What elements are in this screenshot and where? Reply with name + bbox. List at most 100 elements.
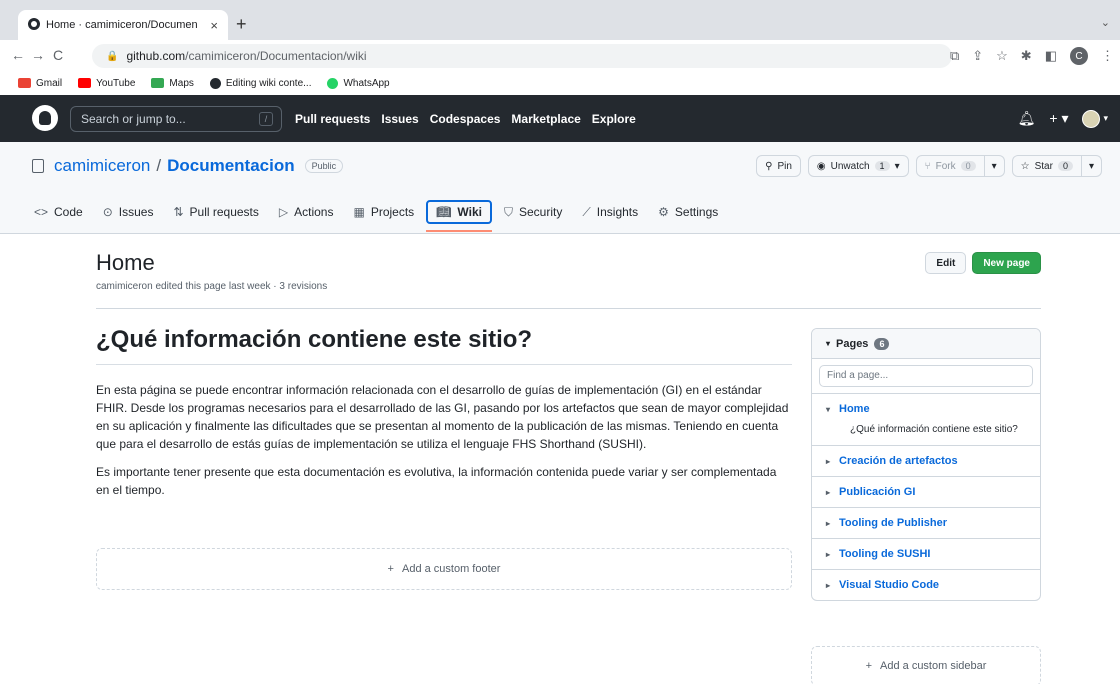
code-icon: <>: [34, 205, 49, 219]
divider: [96, 308, 1041, 309]
fork-group: ⑂ Fork 0 ▾: [915, 155, 1005, 177]
bookmark-star-icon[interactable]: ☆: [996, 48, 1008, 64]
plus-icon: +: [387, 563, 394, 575]
tab-search-chevron-icon[interactable]: ⌄: [1101, 16, 1110, 29]
page-link[interactable]: Visual Studio Code: [839, 579, 939, 591]
forward-arrow-icon[interactable]: →: [28, 47, 48, 63]
page-link[interactable]: Publicación GI: [839, 486, 915, 498]
repo-owner-link[interactable]: camimiceron: [54, 156, 150, 176]
nav-pull-requests[interactable]: Pull requests: [295, 112, 370, 126]
sidebar-item-publicacion[interactable]: ▸ Publicación GI: [812, 476, 1040, 507]
tab-close-icon[interactable]: ×: [210, 18, 218, 33]
new-tab-button[interactable]: +: [236, 14, 247, 34]
tab-wiki[interactable]: 📖︎ Wiki: [426, 200, 492, 232]
user-menu[interactable]: ▾: [1082, 109, 1108, 128]
profile-avatar[interactable]: C: [1070, 47, 1088, 65]
extensions-puzzle-icon[interactable]: ✱: [1021, 48, 1032, 64]
pages-header[interactable]: ▾ Pages 6: [812, 329, 1040, 359]
caret-right-icon: ▸: [826, 519, 831, 528]
repo-title: camimiceron / Documentacion Public: [32, 156, 344, 176]
page-meta[interactable]: camimiceron edited this page last week ·…: [96, 281, 327, 292]
nav-codespaces[interactable]: Codespaces: [430, 112, 501, 126]
table-icon: ▦: [353, 205, 365, 219]
gear-icon: ⚙: [658, 205, 669, 219]
sidebar-item-creacion[interactable]: ▸ Creación de artefactos: [812, 445, 1040, 476]
bookmark-maps[interactable]: Maps: [151, 78, 194, 89]
bookmark-editing-wiki[interactable]: Editing wiki conte...: [209, 77, 311, 89]
back-arrow-icon[interactable]: ←: [8, 47, 28, 63]
github-favicon-icon: [28, 17, 40, 33]
pin-label: Pin: [777, 160, 792, 172]
tab-pull-requests[interactable]: ⇅ Pull requests: [165, 198, 266, 226]
edit-button[interactable]: Edit: [925, 252, 967, 274]
bookmark-gmail[interactable]: Gmail: [18, 78, 62, 89]
fork-dropdown[interactable]: ▾: [984, 155, 1005, 177]
caret-right-icon: ▸: [826, 550, 831, 559]
reload-icon[interactable]: C: [48, 47, 68, 63]
sidebar-item-sushi[interactable]: ▸ Tooling de SUSHI: [812, 538, 1040, 569]
address-bar[interactable]: 🔒 github.com/camimiceron/Documentacion/w…: [92, 44, 952, 68]
caret-right-icon: ▸: [826, 488, 831, 497]
translate-icon[interactable]: ⧉: [950, 48, 959, 64]
sidebar-item-home[interactable]: ▾ Home ¿Qué información contiene este sit…: [812, 393, 1040, 445]
browser-tab[interactable]: Home · camimiceron/Documen ×: [18, 10, 228, 40]
tab-code[interactable]: <> Code: [26, 198, 91, 226]
add-custom-footer-button[interactable]: + Add a custom footer: [96, 548, 792, 590]
bookmark-youtube[interactable]: YouTube: [78, 78, 135, 89]
page-link[interactable]: Home: [839, 403, 870, 415]
tab-label: Settings: [674, 205, 719, 219]
issue-icon: ⊙: [102, 205, 113, 219]
browser-menu-icon[interactable]: ⋮: [1101, 48, 1114, 64]
add-custom-sidebar-button[interactable]: + Add a custom sidebar: [811, 646, 1041, 684]
repo-icon: [32, 159, 44, 173]
search-input[interactable]: Search or jump to... /: [70, 106, 282, 132]
create-new-icon[interactable]: + ▾: [1049, 110, 1068, 127]
side-panel-icon[interactable]: ◧: [1045, 48, 1057, 64]
find-page-input[interactable]: Find a page...: [819, 365, 1033, 387]
tab-actions[interactable]: ▷ Actions: [271, 198, 342, 226]
nav-explore[interactable]: Explore: [592, 112, 636, 126]
tab-label: Actions: [294, 205, 334, 219]
wiki-article: ¿Qué información contiene este sitio? En…: [96, 326, 792, 509]
tab-security[interactable]: ⛉ Security: [496, 198, 570, 226]
github-header: Search or jump to... / Pull requests Iss…: [0, 95, 1120, 142]
repo-header: camimiceron / Documentacion Public ⚲ Pin …: [0, 142, 1120, 234]
bell-icon[interactable]: 🔔︎: [1018, 110, 1036, 127]
unwatch-button[interactable]: ◉ Unwatch 1 ▾: [807, 155, 909, 177]
bookmark-whatsapp[interactable]: WhatsApp: [327, 77, 390, 89]
repo-name-link[interactable]: Documentacion: [167, 156, 295, 176]
nav-marketplace[interactable]: Marketplace: [511, 112, 580, 126]
caret-down-icon: ▾: [826, 339, 831, 348]
tab-settings[interactable]: ⚙ Settings: [650, 198, 726, 226]
gmail-icon: [18, 78, 31, 88]
fork-label: Fork: [935, 160, 956, 172]
chevron-down-icon: ▾: [1103, 113, 1108, 123]
share-icon[interactable]: ⇪: [972, 48, 983, 64]
page-link[interactable]: Tooling de Publisher: [839, 517, 947, 529]
tab-insights[interactable]: ⟋ Insights: [574, 198, 646, 226]
page-link[interactable]: Creación de artefactos: [839, 455, 958, 467]
nav-issues[interactable]: Issues: [381, 112, 418, 126]
add-footer-label: Add a custom footer: [401, 563, 501, 575]
new-page-button[interactable]: New page: [972, 252, 1041, 274]
pin-button[interactable]: ⚲ Pin: [756, 155, 801, 177]
star-button[interactable]: ☆ Star 0: [1011, 155, 1082, 177]
bookmark-label: Gmail: [36, 77, 63, 89]
global-nav: Pull requests Issues Codespaces Marketpl…: [295, 95, 636, 142]
fork-button[interactable]: ⑂ Fork 0: [915, 155, 985, 177]
shield-icon: ⛉: [503, 204, 513, 219]
tab-issues[interactable]: ⊙ Issues: [95, 198, 162, 226]
bookmark-label: YouTube: [96, 77, 136, 89]
sidebar-item-vscode[interactable]: ▸ Visual Studio Code: [812, 569, 1040, 600]
page-section-link[interactable]: ¿Qué información contiene este sitio?: [826, 423, 1018, 436]
tab-label: Projects: [370, 205, 415, 219]
caret-right-icon: ▸: [826, 581, 831, 590]
github-logo-icon[interactable]: [32, 105, 58, 131]
tab-projects[interactable]: ▦ Projects: [345, 198, 422, 226]
add-sidebar-label: Add a custom sidebar: [880, 660, 987, 672]
browser-extensions: ⧉ ⇪ ☆ ✱ ◧ C ⋮: [950, 44, 1114, 68]
article-paragraph: En esta página se puede encontrar inform…: [96, 383, 789, 451]
sidebar-item-publisher[interactable]: ▸ Tooling de Publisher: [812, 507, 1040, 538]
star-dropdown[interactable]: ▾: [1081, 155, 1102, 177]
page-link[interactable]: Tooling de SUSHI: [839, 548, 930, 560]
